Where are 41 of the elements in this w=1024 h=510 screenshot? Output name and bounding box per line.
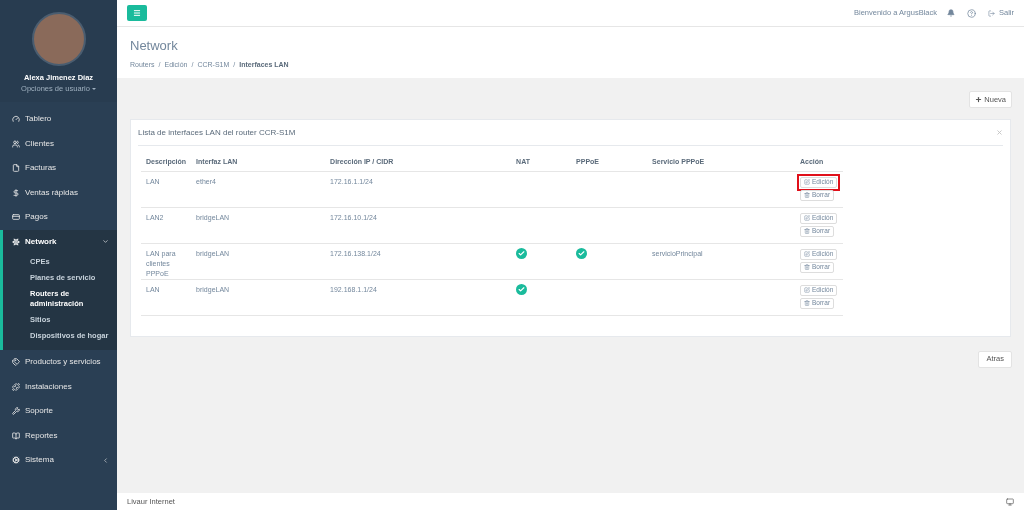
nav-item[interactable]: Reportes <box>3 423 117 448</box>
close-icon[interactable] <box>996 129 1003 136</box>
edit-icon <box>804 179 810 185</box>
menu-icon <box>133 9 141 17</box>
card-icon <box>12 213 20 222</box>
monitor-icon <box>1006 497 1014 506</box>
nav-item[interactable]: Pagos <box>3 205 117 230</box>
help-icon[interactable] <box>967 8 976 18</box>
nav-item[interactable]: Tablero <box>3 107 117 132</box>
nav-item[interactable]: Soporte <box>3 399 117 424</box>
page-title: Network <box>130 38 179 54</box>
nav-item[interactable]: Sistema <box>3 448 117 473</box>
file-icon <box>12 164 20 173</box>
trash-icon <box>804 300 810 306</box>
trash-icon <box>804 264 810 270</box>
plus-icon <box>975 96 983 103</box>
gauge-icon <box>12 115 20 124</box>
edit-icon <box>804 251 810 257</box>
trash-icon <box>804 228 810 234</box>
dollar-icon <box>12 188 20 197</box>
bell-icon[interactable] <box>947 9 955 17</box>
menu-toggle-button[interactable] <box>127 5 147 21</box>
nav-item[interactable]: Instalaciones <box>3 374 117 399</box>
nav-item[interactable]: Clientes <box>3 131 117 156</box>
caret-icon <box>91 87 96 90</box>
nav-item[interactable]: Facturas <box>3 156 117 181</box>
book-icon <box>12 431 20 440</box>
wrench-icon <box>12 407 20 416</box>
nav-item[interactable]: Ventas rápidas <box>3 180 117 205</box>
puzzle-icon <box>12 382 20 391</box>
nav-item[interactable]: Network <box>3 229 117 254</box>
users-icon <box>12 139 20 148</box>
avatar-placeholder <box>31 12 86 66</box>
panel-title: Lista de interfaces LAN del router CCR-S1M <box>138 126 297 139</box>
trash-icon <box>804 192 810 198</box>
edit-icon <box>804 215 810 221</box>
logout-icon <box>988 9 995 17</box>
nav-item[interactable]: Productos y servicios <box>3 350 117 375</box>
edit-icon <box>804 287 810 293</box>
tags-icon <box>12 358 20 367</box>
snowflake-icon <box>12 237 20 246</box>
